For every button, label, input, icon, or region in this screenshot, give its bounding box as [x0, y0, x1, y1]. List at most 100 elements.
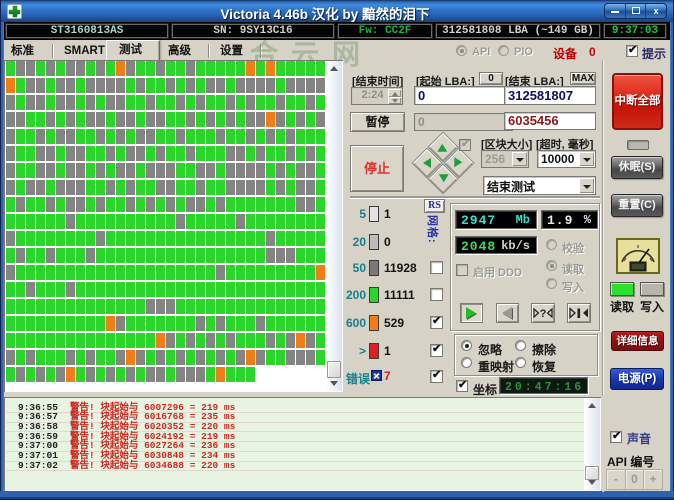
- block-cell: [206, 197, 215, 212]
- interrupt-all-button[interactable]: 中断全部: [612, 73, 663, 130]
- block-cell: [76, 350, 85, 365]
- block-cell: [46, 146, 55, 161]
- read-indicator-block: [610, 282, 634, 296]
- block-cell: [136, 265, 145, 280]
- block-cell: [156, 299, 165, 314]
- close-button[interactable]: x: [646, 4, 666, 18]
- tab-smart[interactable]: SMART: [57, 43, 109, 60]
- clock: 9:37:03: [604, 24, 666, 38]
- block-cell: [156, 146, 165, 161]
- spin-up-button[interactable]: [388, 89, 401, 97]
- max-button[interactable]: MAX: [570, 72, 596, 85]
- timeout-combo[interactable]: 10000: [537, 150, 596, 168]
- dropdown-arrow-icon[interactable]: [579, 178, 594, 193]
- block-cell: [236, 112, 245, 127]
- start-scan-button[interactable]: [460, 303, 483, 323]
- restore-radio-label: 恢复: [532, 360, 557, 374]
- dropdown-arrow-icon[interactable]: [579, 152, 594, 166]
- sleep-button[interactable]: 休眠(S): [611, 156, 663, 179]
- grid-scroll-up-button[interactable]: [326, 61, 342, 77]
- stop-button[interactable]: 停止: [350, 145, 404, 192]
- block-cell: [86, 95, 95, 110]
- erase-radio[interactable]: [515, 340, 526, 351]
- block-cell: [316, 61, 325, 76]
- start-lba-zero-button[interactable]: 0: [479, 72, 503, 85]
- spin-down-button[interactable]: [388, 97, 401, 104]
- end-action-combo[interactable]: 结束测试: [483, 176, 596, 195]
- legend-filter-checkbox[interactable]: ✔: [430, 343, 443, 357]
- block-cell: [136, 78, 145, 93]
- write-radio[interactable]: [546, 278, 557, 289]
- start-lba-input[interactable]: 0: [414, 86, 513, 105]
- block-cell: [266, 350, 275, 365]
- block-cell: [276, 146, 285, 161]
- legend-threshold-label: 50: [352, 261, 366, 275]
- stepper-minus-button[interactable]: -: [606, 469, 625, 490]
- percent-lcd: 1.9 %: [541, 210, 598, 229]
- block-cell: [246, 333, 255, 348]
- block-cell: [116, 61, 125, 76]
- block-cell: [116, 197, 125, 212]
- end-lba-input[interactable]: 312581807: [504, 86, 596, 105]
- block-cell: [6, 146, 15, 161]
- block-cell: [296, 231, 305, 246]
- remap-radio[interactable]: [461, 357, 472, 368]
- block-cell: [266, 214, 275, 229]
- block-cell: [146, 163, 155, 178]
- power-button[interactable]: 电源(P): [610, 368, 664, 390]
- restore-radio[interactable]: [515, 357, 526, 368]
- log-scrollbar[interactable]: [584, 398, 600, 490]
- scan-back-button[interactable]: [496, 303, 519, 323]
- reset-button[interactable]: 重置(C): [611, 194, 663, 217]
- dropdown-arrow-icon[interactable]: [512, 152, 527, 166]
- block-cell: [216, 350, 225, 365]
- remaining-unit: Mb: [515, 213, 530, 227]
- block-cell: [166, 350, 175, 365]
- block-cell: [166, 248, 175, 263]
- loop-checkbox[interactable]: ✔: [459, 138, 471, 151]
- block-cell: [266, 163, 275, 178]
- jump-question-button[interactable]: ?: [531, 303, 555, 323]
- legend-filter-checkbox[interactable]: [430, 288, 443, 301]
- end-time-spinner[interactable]: 2:24: [351, 87, 403, 105]
- block-cell: [16, 231, 25, 246]
- rs-button[interactable]: RS: [424, 199, 445, 213]
- block-cell: [186, 95, 195, 110]
- details-button[interactable]: 详细信息: [611, 331, 664, 351]
- pio-radio[interactable]: [498, 45, 509, 56]
- title-bar[interactable]: Victoria 4.46b 汉化 by 黯然的泪下 x: [1, 0, 673, 22]
- read-radio[interactable]: [546, 260, 557, 271]
- block-cell: [226, 112, 235, 127]
- log-row[interactable]: 9:37:02 警告! 块起始与 6034688 = 220 ms: [6, 460, 584, 472]
- log-scroll-down-button[interactable]: [584, 474, 600, 490]
- block-cell: [86, 282, 95, 297]
- pause-button[interactable]: 暂停: [350, 112, 405, 132]
- remaining-lcd: 2947 Mb: [455, 210, 537, 229]
- tab-standard[interactable]: 标准: [4, 43, 56, 60]
- block-cell: [296, 163, 305, 178]
- write-indicator-block: [640, 282, 664, 296]
- ignore-radio[interactable]: [461, 340, 472, 351]
- verify-radio[interactable]: [546, 239, 557, 250]
- maximize-button[interactable]: [626, 4, 647, 18]
- block-cell: [76, 95, 85, 110]
- block-size-combo[interactable]: 256: [481, 150, 529, 168]
- seek-end-button[interactable]: [567, 303, 591, 323]
- hint-checkbox[interactable]: ✔: [626, 44, 638, 57]
- minimize-button[interactable]: [605, 4, 626, 18]
- block-cell: [126, 163, 135, 178]
- stepper-plus-button[interactable]: +: [643, 469, 664, 490]
- grid-scrollbar[interactable]: [326, 61, 342, 391]
- tab-advanced[interactable]: 高级: [161, 43, 213, 60]
- coord-checkbox[interactable]: ✔: [456, 379, 468, 392]
- grid-scroll-down-button[interactable]: [326, 375, 342, 391]
- legend-filter-checkbox[interactable]: ✔: [430, 315, 443, 329]
- api-radio[interactable]: [456, 45, 467, 56]
- legend-filter-checkbox[interactable]: ✔: [430, 369, 443, 383]
- log-scroll-up-button[interactable]: [584, 398, 600, 414]
- block-cell: [176, 316, 185, 331]
- tab-test[interactable]: 测试: [106, 40, 160, 61]
- ddd-checkbox[interactable]: [456, 264, 468, 276]
- legend-filter-checkbox[interactable]: [430, 261, 443, 274]
- sound-checkbox[interactable]: ✔: [610, 430, 622, 443]
